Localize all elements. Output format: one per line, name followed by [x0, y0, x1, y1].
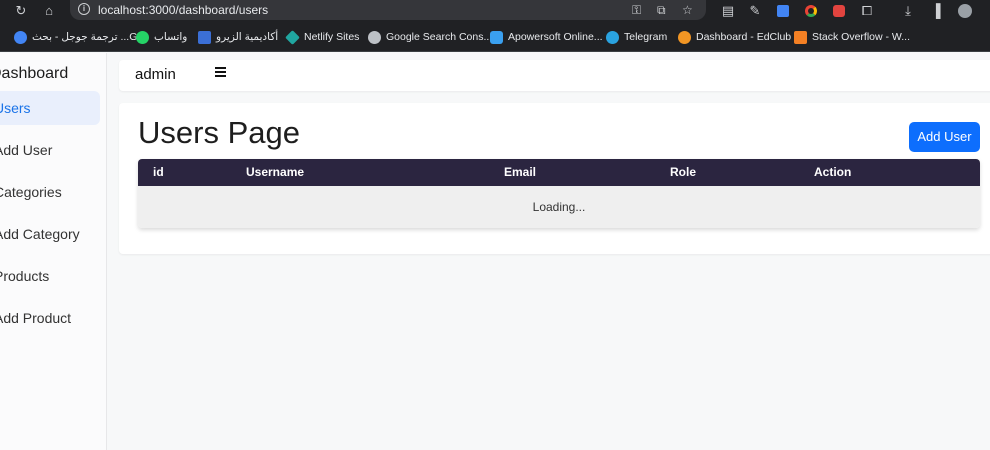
loading-text: Loading...: [532, 200, 586, 214]
reload-icon[interactable]: ↻: [12, 0, 30, 22]
document-icon[interactable]: ▤: [719, 0, 737, 22]
address-bar[interactable]: i localhost:3000/dashboard/users ⚿ ⧉ ☆: [70, 0, 706, 20]
bookmark-search-console[interactable]: Google Search Cons...: [368, 29, 492, 45]
google-icon: [14, 30, 27, 44]
puzzle-icon[interactable]: ⧠: [858, 0, 876, 22]
page-title: Users Page: [138, 115, 300, 150]
bookmark-apowersoft[interactable]: Apowersoft Online...: [490, 29, 603, 45]
bookmark-netlify[interactable]: Netlify Sites: [285, 29, 360, 45]
translate-icon[interactable]: [774, 0, 792, 22]
bookmark-edclub[interactable]: Dashboard - EdClub: [678, 29, 791, 45]
column-header-username: Username: [246, 165, 305, 179]
globe-icon: [368, 30, 381, 44]
download-icon[interactable]: ⤓: [899, 0, 917, 22]
bookmark-label: Netlify Sites: [304, 31, 360, 43]
star-icon[interactable]: ☆: [682, 1, 693, 19]
bookmark-stackoverflow[interactable]: Stack Overflow - W...: [794, 29, 910, 45]
side-panel-icon[interactable]: ▐: [927, 0, 945, 22]
admin-username: admin: [135, 66, 176, 83]
key-icon[interactable]: ⚿: [632, 1, 641, 19]
edclub-icon: [678, 30, 691, 44]
sidebar-item-products[interactable]: Products: [0, 259, 100, 293]
whatsapp-icon: [136, 30, 149, 44]
color-wheel-icon[interactable]: [802, 0, 820, 22]
add-user-button[interactable]: Add User: [909, 122, 980, 152]
eyedropper-icon[interactable]: ✎: [746, 0, 764, 22]
bookmark-label: Google Search Cons...: [386, 31, 493, 43]
telegram-icon: [606, 30, 619, 44]
column-header-role: Role: [670, 165, 697, 179]
bookmark-telegram[interactable]: Telegram: [606, 29, 667, 45]
bookmark-whatsapp[interactable]: واتساب: [136, 29, 187, 45]
bookmark-zero-academy[interactable]: أكاديمية الزيرو: [198, 29, 278, 45]
bookmark-label: واتساب: [154, 31, 188, 43]
bookmark-label: Stack Overflow - W...: [812, 31, 911, 43]
extension-red-icon[interactable]: [830, 0, 848, 22]
bookmarks-bar: ترجمة جوجل - بحث ...G واتساب أكاديمية ال…: [0, 22, 990, 52]
sidebar: Dashboard Users Add User Categories Add …: [0, 53, 107, 450]
table-body: Loading...: [138, 186, 980, 228]
column-header-action: Action: [814, 165, 852, 179]
users-panel: Users Page Add User id Username Email Ro…: [119, 103, 990, 254]
sidebar-item-categories[interactable]: Categories: [0, 175, 100, 209]
users-table: id Username Email Role Action Loading...: [138, 159, 980, 228]
sidebar-item-add-user[interactable]: Add User: [0, 133, 100, 167]
bookmark-google-translate[interactable]: ترجمة جوجل - بحث ...G: [14, 29, 137, 45]
column-header-email: Email: [504, 165, 537, 179]
column-header-id: id: [153, 165, 164, 179]
netlify-icon: [285, 29, 300, 45]
top-bar: admin: [119, 60, 990, 91]
sidebar-brand: Dashboard: [0, 65, 69, 82]
bookmark-label: Apowersoft Online...: [508, 31, 603, 43]
sidebar-item-users[interactable]: Users: [0, 91, 100, 125]
sidebar-item-add-category[interactable]: Add Category: [0, 217, 100, 251]
url-text[interactable]: localhost:3000/dashboard/users: [98, 2, 268, 18]
sidebar-item-add-product[interactable]: Add Product: [0, 301, 100, 335]
bookmark-label: Dashboard - EdClub: [696, 31, 792, 43]
bookmark-label: ترجمة جوجل - بحث ...G: [32, 31, 138, 43]
browser-toolbar: ↻ ⌂ i localhost:3000/dashboard/users ⚿ ⧉…: [0, 0, 990, 22]
apowersoft-icon: [490, 30, 503, 44]
site-info-icon[interactable]: i: [78, 3, 90, 15]
home-icon[interactable]: ⌂: [40, 0, 58, 22]
hamburger-icon[interactable]: [215, 67, 226, 77]
bookmark-label: Telegram: [624, 31, 668, 43]
table-header: id Username Email Role Action: [138, 159, 980, 186]
install-app-icon[interactable]: ⧉: [657, 1, 666, 19]
stackoverflow-icon: [794, 30, 807, 44]
profile-avatar[interactable]: [956, 0, 974, 22]
e-logo-icon: [198, 30, 211, 44]
bookmark-label: أكاديمية الزيرو: [216, 31, 279, 43]
